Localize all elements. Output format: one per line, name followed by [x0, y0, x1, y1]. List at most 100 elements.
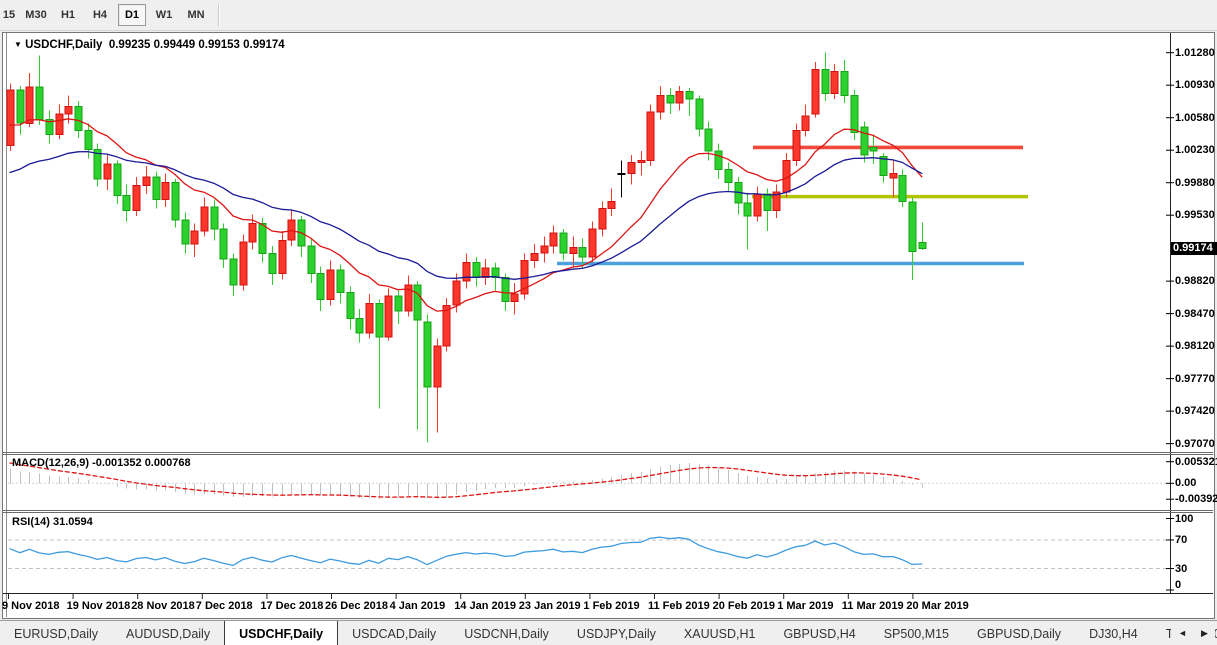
chart-tab-usdjpy[interactable]: USDJPY,Daily — [563, 621, 670, 645]
candle — [249, 224, 256, 243]
date-label: 17 Dec 2018 — [260, 600, 323, 612]
date-label: 1 Mar 2019 — [777, 600, 833, 612]
candle — [366, 303, 373, 333]
candle — [550, 233, 557, 246]
candle — [589, 229, 596, 257]
candle — [133, 186, 140, 211]
candle — [337, 270, 344, 292]
candle — [560, 233, 567, 253]
candle — [482, 268, 489, 277]
chart-tab-audusd[interactable]: AUDUSD,Daily — [112, 621, 224, 645]
candle — [628, 162, 635, 173]
candle — [201, 207, 208, 231]
candle — [230, 259, 237, 285]
price-tick-label: 0.97420 — [1175, 405, 1215, 417]
tab-scroll-right-icon[interactable]: ▶ — [1201, 628, 1208, 639]
candle — [259, 224, 266, 254]
candle — [667, 95, 674, 102]
candle — [26, 87, 33, 123]
candle — [754, 194, 761, 216]
price-tick-label: 0.98820 — [1175, 275, 1215, 287]
chart-tab-xauusd[interactable]: XAUUSD,H1 — [670, 621, 770, 645]
chart-canvas[interactable] — [0, 0, 1217, 645]
candle — [851, 95, 858, 132]
chart-tab-bar: EURUSD,DailyAUDUSD,DailyUSDCHF,DailyUSDC… — [0, 620, 1217, 645]
date-label: 14 Jan 2019 — [454, 600, 516, 612]
candle — [463, 263, 470, 282]
macd-tick-label: -0.003922 — [1175, 493, 1217, 505]
current-price-badge: 0.99174 — [1171, 242, 1217, 255]
symbol-dropdown-icon[interactable]: ▼ — [14, 40, 22, 49]
candle — [696, 99, 703, 129]
candle — [831, 71, 838, 93]
chart-tab-sp500[interactable]: SP500,M15 — [870, 621, 963, 645]
chart-tab-usdcad[interactable]: USDCAD,Daily — [338, 621, 450, 645]
candle — [638, 160, 645, 162]
candle — [802, 116, 809, 131]
candle — [269, 253, 276, 273]
chart-tab-usdchf[interactable]: USDCHF,Daily — [224, 620, 338, 645]
macd-tick-label: 0.00 — [1175, 477, 1196, 489]
candle — [17, 90, 24, 123]
macd-indicator-label: MACD(12,26,9) -0.001352 0.000768 — [12, 457, 191, 469]
price-tick-label: 0.98120 — [1175, 340, 1215, 352]
candle — [7, 90, 14, 146]
candle — [793, 131, 800, 161]
chart-title: ▼ USDCHF,Daily 0.99235 0.99449 0.99153 0… — [14, 39, 285, 51]
candle — [841, 71, 848, 95]
price-tick-label: 1.01280 — [1175, 47, 1215, 59]
candle — [531, 253, 538, 260]
price-tick-label: 0.97770 — [1175, 373, 1215, 385]
candle — [861, 127, 868, 155]
application-window: 15M30H1H4D1W1MN ▼ USDCHF,Daily 0.99235 0… — [0, 0, 1217, 645]
date-label: 4 Jan 2019 — [390, 600, 446, 612]
candle — [676, 92, 683, 103]
price-tick-label: 0.99880 — [1175, 177, 1215, 189]
candle — [599, 209, 606, 229]
candle — [647, 112, 654, 160]
date-label: 28 Nov 2018 — [131, 600, 195, 612]
candle — [220, 229, 227, 259]
chart-tab-usdcnh[interactable]: USDCNH,Daily — [450, 621, 563, 645]
candle — [492, 268, 499, 277]
price-tick-label: 0.97070 — [1175, 438, 1215, 450]
date-label: 11 Feb 2019 — [648, 600, 710, 612]
date-label: 20 Feb 2019 — [713, 600, 775, 612]
candle — [822, 69, 829, 93]
date-label: 19 Nov 2018 — [67, 600, 131, 612]
candle — [890, 173, 897, 178]
candle — [385, 296, 392, 337]
chart-tab-gbpusd[interactable]: GBPUSD,Daily — [963, 621, 1075, 645]
candle — [686, 92, 693, 99]
candle — [812, 69, 819, 114]
candle — [182, 220, 189, 244]
tab-scroll-left-icon[interactable]: ◄ — [1178, 628, 1187, 638]
date-label: 26 Dec 2018 — [325, 600, 388, 612]
candle — [715, 151, 722, 170]
candle — [511, 294, 518, 301]
candle — [909, 202, 916, 251]
date-label: 7 Dec 2018 — [196, 600, 253, 612]
price-tick-label: 0.99530 — [1175, 209, 1215, 221]
date-label: 1 Feb 2019 — [583, 600, 639, 612]
candle — [725, 170, 732, 183]
macd-name: MACD(12,26,9) — [12, 457, 89, 469]
price-tick-label: 1.00930 — [1175, 79, 1215, 91]
candle — [327, 270, 334, 300]
candle — [143, 177, 150, 185]
candle — [764, 194, 771, 211]
candle — [162, 183, 169, 200]
candle — [579, 248, 586, 257]
chart-tab-eurusd[interactable]: EURUSD,Daily — [0, 621, 112, 645]
chart-tab-gbpusd[interactable]: GBPUSD,H4 — [769, 621, 869, 645]
candle — [570, 248, 577, 254]
chart-tab-dj30[interactable]: DJ30,H4 — [1075, 621, 1152, 645]
date-label: 20 Mar 2019 — [906, 600, 968, 612]
candle — [356, 318, 363, 333]
candle — [308, 246, 315, 274]
macd-tick-label: 0.005321 — [1175, 456, 1217, 468]
date-label: 9 Nov 2018 — [2, 600, 59, 612]
candle — [65, 107, 72, 114]
rsi-current-value: 31.0594 — [53, 516, 93, 528]
candle — [191, 231, 198, 244]
